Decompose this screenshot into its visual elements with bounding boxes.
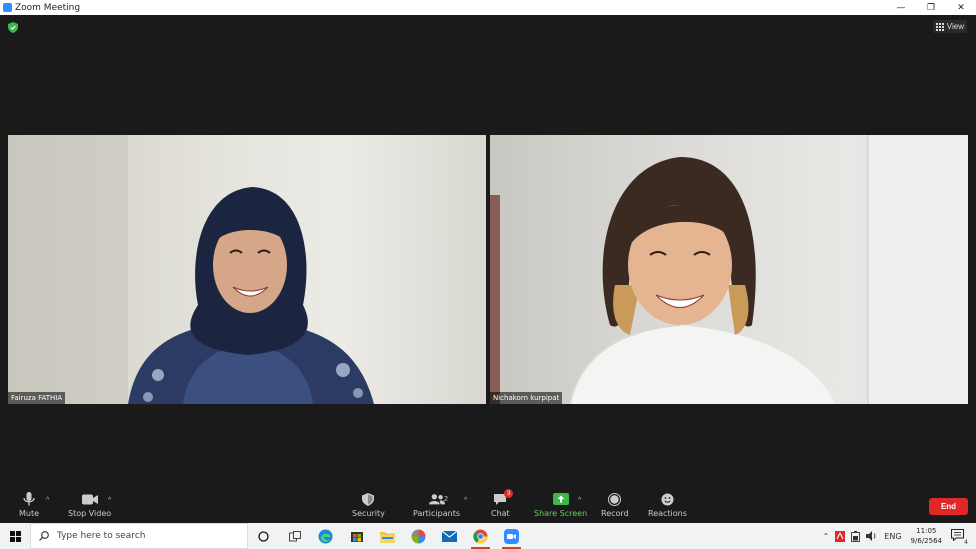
participants-icon (428, 492, 445, 506)
speaker-volume-icon[interactable] (866, 531, 878, 541)
chat-label: Chat (491, 509, 510, 518)
taskbar-search-box[interactable]: Type here to search (30, 523, 248, 549)
window-controls: — ❐ ✕ (886, 0, 976, 15)
participants-options-caret-icon[interactable]: ^ (464, 497, 467, 504)
record-icon (607, 492, 623, 506)
photos-app-button[interactable] (403, 523, 434, 549)
pdf-reader-tray-icon[interactable] (835, 530, 846, 542)
video-options-caret-icon[interactable]: ^ (108, 497, 111, 504)
title-bar: Zoom Meeting — ❐ ✕ (0, 0, 976, 15)
restore-button[interactable]: ❐ (916, 0, 946, 15)
edge-browser-icon (318, 529, 333, 543)
stop-video-label: Stop Video (68, 509, 112, 518)
cortana-button[interactable] (248, 523, 279, 549)
grid-icon (935, 22, 944, 31)
participant-video-2 (490, 135, 968, 404)
video-tile-2[interactable]: Nichakorn kurpipat (490, 135, 968, 404)
participants-count: 2 (444, 496, 448, 503)
security-shield-icon (360, 492, 376, 506)
notification-count-badge: 4 (963, 539, 969, 546)
mail-app-button[interactable] (434, 523, 465, 549)
participant-video-1 (8, 135, 374, 404)
stop-video-button[interactable]: Stop Video (68, 492, 111, 518)
task-view-button[interactable] (279, 523, 310, 549)
edge-app-button[interactable] (310, 523, 341, 549)
audio-options-caret-icon[interactable]: ^ (46, 497, 49, 504)
share-screen-button[interactable]: Share Screen (534, 492, 587, 518)
view-button[interactable]: View (932, 20, 967, 33)
search-icon (39, 531, 49, 541)
minimize-button[interactable]: — (886, 0, 916, 15)
chevron-up-icon[interactable]: ⌃ (823, 532, 830, 541)
battery-icon[interactable] (851, 530, 861, 542)
store-app-button[interactable] (341, 523, 372, 549)
search-placeholder: Type here to search (57, 531, 146, 541)
windows-logo-icon (9, 530, 21, 542)
meeting-area: View Fairuza FATHIA Nichakorn kurpipat (0, 15, 976, 489)
chrome-browser-icon (473, 529, 488, 544)
mute-button[interactable]: Mute (19, 492, 39, 518)
reactions-label: Reactions (648, 509, 687, 518)
windows-taskbar: Type here to search ⌃ ENG 11:05 9/6/2564 (0, 523, 976, 549)
system-tray: ⌃ ENG 11:05 9/6/2564 4 (820, 523, 976, 549)
notification-icon (951, 529, 964, 542)
chat-bubble-icon: 3 (492, 489, 514, 506)
task-view-icon (288, 530, 301, 541)
folder-icon (380, 531, 395, 543)
end-meeting-button[interactable]: End (929, 498, 968, 515)
participant-name-tag: Nichakorn kurpipat (490, 392, 563, 404)
security-button[interactable]: Security (352, 492, 385, 518)
participant-name-tag: Fairuza FATHIA (8, 392, 66, 404)
participants-button[interactable]: Participants (413, 492, 460, 518)
windows-start-button[interactable] (0, 523, 30, 549)
reactions-button[interactable]: Reactions (648, 492, 687, 518)
encryption-shield-icon[interactable] (8, 22, 18, 33)
cortana-circle-icon (258, 530, 269, 542)
video-tile-1[interactable]: Fairuza FATHIA (8, 135, 486, 404)
mail-icon (442, 530, 457, 542)
zoom-app-icon (3, 3, 12, 12)
share-screen-label: Share Screen (534, 509, 588, 518)
file-explorer-button[interactable] (372, 523, 403, 549)
clock-time: 11:05 (916, 527, 937, 535)
pinwheel-app-icon (411, 529, 426, 543)
window-title: Zoom Meeting (15, 2, 81, 13)
zoom-taskbar-button[interactable] (496, 523, 527, 549)
share-options-caret-icon[interactable]: ^ (578, 497, 581, 504)
close-button[interactable]: ✕ (946, 0, 976, 15)
chrome-app-button[interactable] (465, 523, 496, 549)
share-screen-icon (552, 492, 569, 506)
view-label: View (946, 22, 964, 31)
smiley-icon (659, 492, 675, 506)
meeting-toolbar: Mute ^ Stop Video ^ Security Participant… (0, 489, 976, 523)
chat-unread-badge: 3 (504, 489, 514, 498)
input-language[interactable]: ENG (884, 532, 901, 541)
security-label: Security (352, 509, 385, 518)
clock-date: 9/6/2564 (910, 537, 942, 545)
zoom-video-icon (504, 528, 519, 544)
microphone-icon (21, 492, 37, 506)
microsoft-store-icon (350, 532, 363, 542)
video-camera-icon (81, 492, 98, 506)
notification-center-button[interactable]: 4 (951, 529, 969, 546)
mute-label: Mute (19, 509, 40, 518)
chat-button[interactable]: 3 Chat (491, 489, 514, 518)
taskbar-clock[interactable]: 11:05 9/6/2564 (911, 526, 942, 546)
participants-label: Participants (413, 509, 460, 518)
record-button[interactable]: Record (601, 492, 629, 518)
record-label: Record (601, 509, 629, 518)
